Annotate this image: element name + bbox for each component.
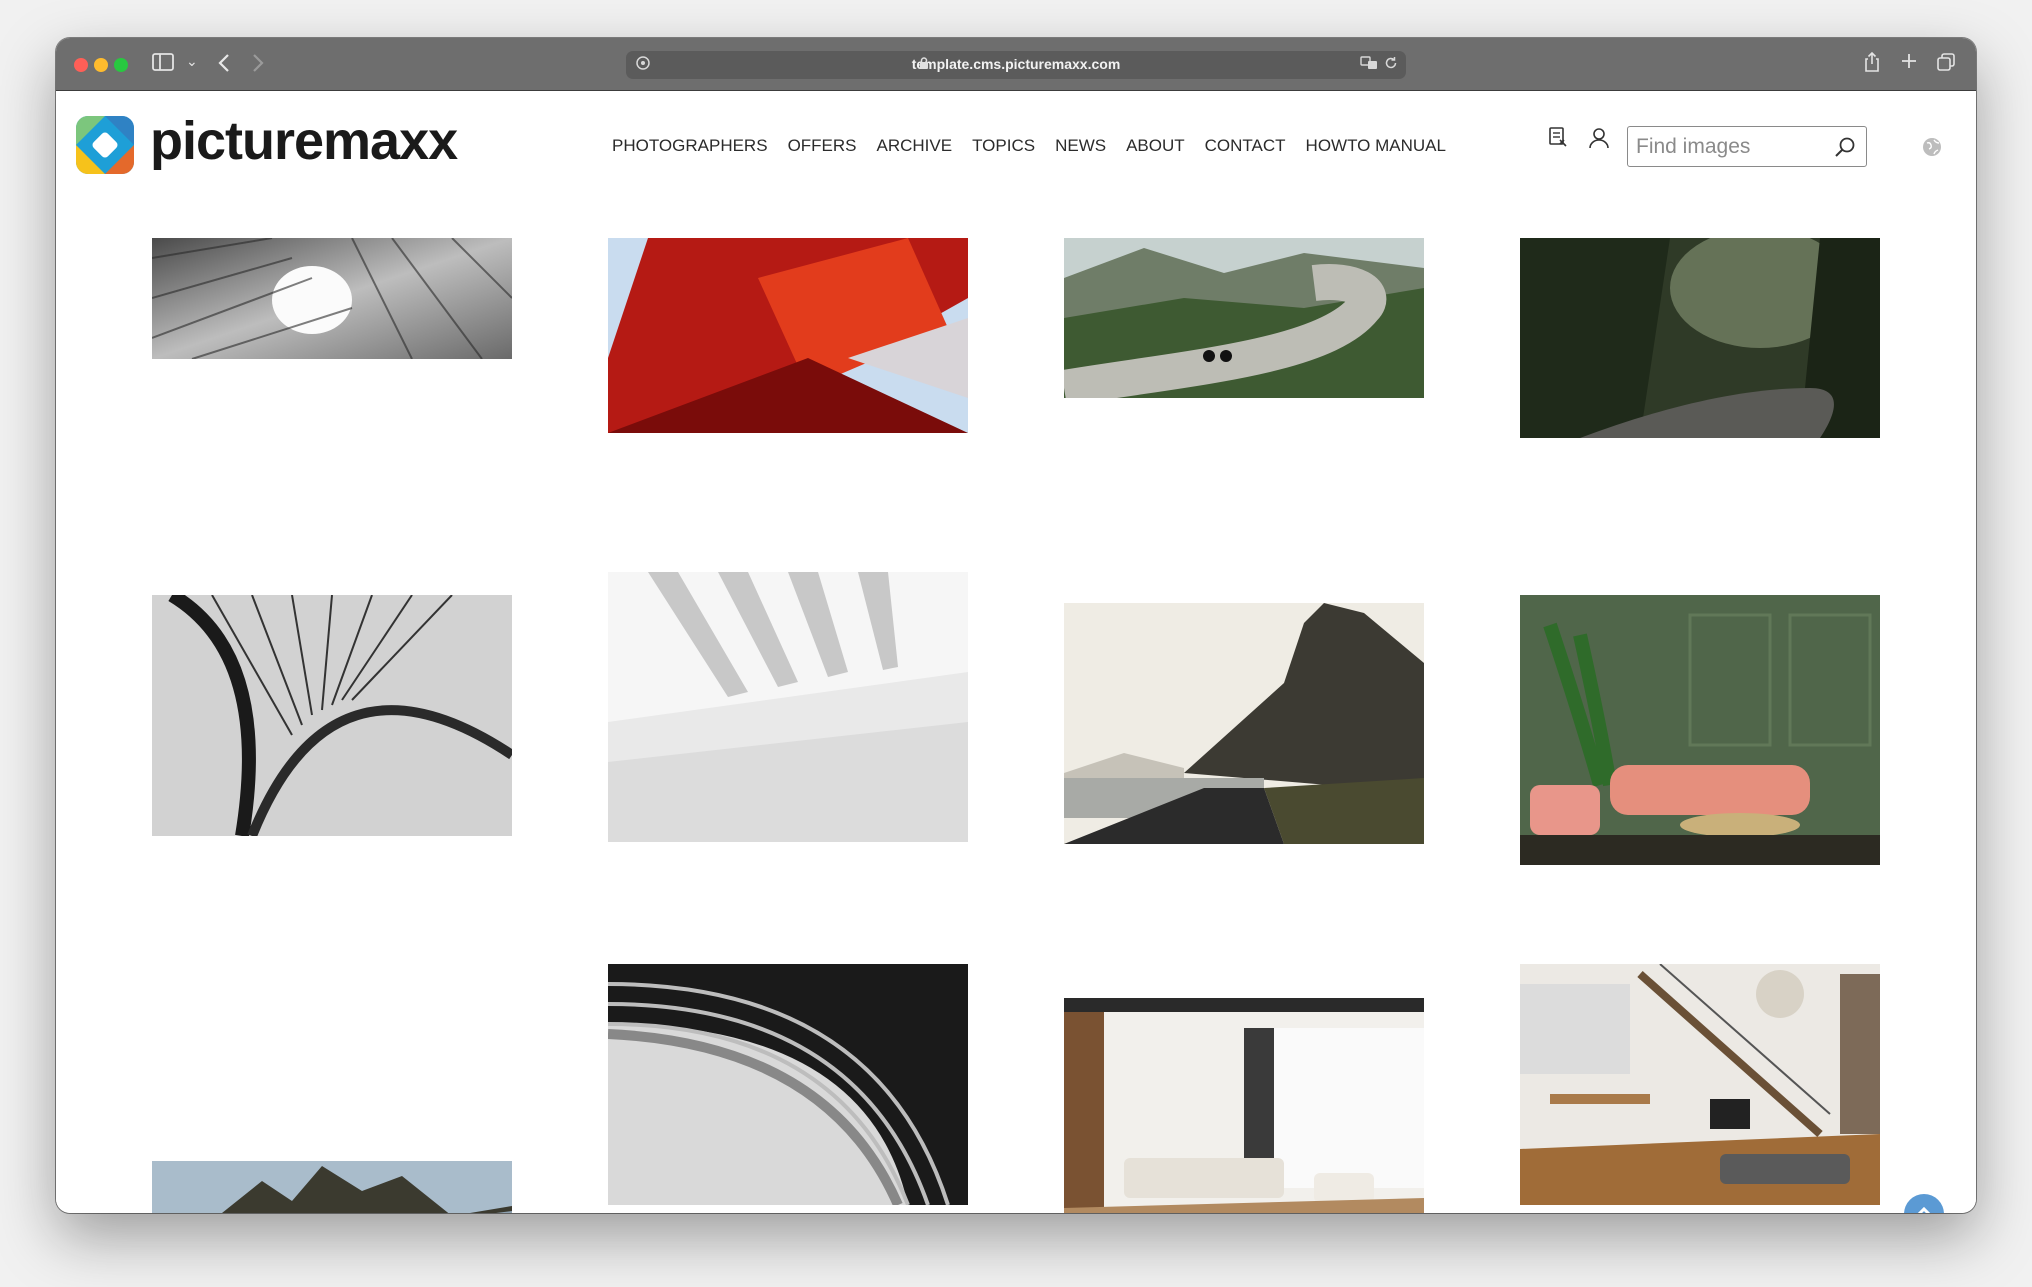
gallery-image[interactable] [1520, 595, 1880, 865]
new-tab-icon[interactable] [1900, 52, 1918, 74]
nav-offers[interactable]: OFFERS [788, 136, 857, 156]
cyclist-road-image [1064, 238, 1424, 398]
gallery-image[interactable] [1064, 998, 1424, 1213]
tabs-overview-icon[interactable] [1936, 52, 1956, 76]
gallery-image[interactable] [1064, 603, 1424, 844]
zoom-window-button[interactable] [114, 58, 128, 72]
nav-archive[interactable]: ARCHIVE [877, 136, 953, 156]
chevron-up-icon [1917, 1206, 1931, 1213]
nav-news[interactable]: NEWS [1055, 136, 1106, 156]
brand-logo-icon[interactable] [76, 116, 134, 174]
lightbox-icon[interactable] [1547, 126, 1571, 155]
gallery-image[interactable] [1064, 238, 1424, 398]
search-box [1627, 126, 1867, 167]
url-text: template.cms.picturemaxx.com [911, 56, 1121, 72]
red-facade-image [608, 238, 968, 433]
page-content: picturemaxx PHOTOGRAPHERS OFFERS ARCHIVE… [56, 92, 1976, 1213]
modern-living-room-image [1064, 998, 1424, 1213]
nav-topics[interactable]: TOPICS [972, 136, 1035, 156]
gallery-image[interactable] [152, 595, 512, 836]
mountain-lake-image [152, 1161, 512, 1213]
abstract-architecture-image [152, 238, 512, 359]
curved-architecture-image [608, 964, 968, 1205]
close-window-button[interactable] [74, 58, 88, 72]
back-icon[interactable] [218, 53, 230, 77]
nav-photographers[interactable]: PHOTOGRAPHERS [612, 136, 768, 156]
scroll-to-top-button[interactable] [1904, 1194, 1944, 1213]
translate-icon[interactable] [1360, 56, 1378, 73]
main-nav: PHOTOGRAPHERS OFFERS ARCHIVE TOPICS NEWS… [612, 136, 1446, 156]
bridge-cables-image [152, 595, 512, 836]
nav-howto-manual[interactable]: HOWTO MANUAL [1306, 136, 1446, 156]
gallery-image[interactable] [1520, 964, 1880, 1205]
browser-titlebar: ⌄ template.cms.picturemaxx.com [56, 38, 1976, 91]
fjord-road-image [1064, 603, 1424, 844]
share-icon[interactable] [1864, 51, 1880, 77]
reload-icon[interactable] [1384, 56, 1398, 73]
globe-icon[interactable] [1922, 137, 1942, 162]
sidebar-icon[interactable] [152, 53, 174, 75]
gallery-image[interactable] [152, 238, 512, 359]
address-bar[interactable]: template.cms.picturemaxx.com [626, 51, 1406, 79]
browser-window: ⌄ template.cms.picturemaxx.com picturema… [56, 38, 1976, 1213]
forest-road-image [1520, 238, 1880, 438]
gallery-image[interactable] [1520, 238, 1880, 438]
white-interior-image [608, 572, 968, 842]
gallery-image[interactable] [152, 1161, 512, 1213]
chevron-down-icon[interactable]: ⌄ [186, 51, 198, 71]
minimize-window-button[interactable] [94, 58, 108, 72]
search-input[interactable] [1636, 134, 1826, 160]
green-living-room-image [1520, 595, 1880, 865]
loft-staircase-image [1520, 964, 1880, 1205]
gallery-image[interactable] [608, 238, 968, 433]
brand-name[interactable]: picturemaxx [150, 110, 458, 172]
nav-about[interactable]: ABOUT [1126, 136, 1185, 156]
forward-icon[interactable] [252, 53, 264, 77]
lock-icon [919, 57, 929, 73]
gallery-image[interactable] [608, 964, 968, 1205]
gallery-image[interactable] [608, 572, 968, 842]
user-icon[interactable] [1587, 126, 1611, 155]
nav-contact[interactable]: CONTACT [1205, 136, 1286, 156]
